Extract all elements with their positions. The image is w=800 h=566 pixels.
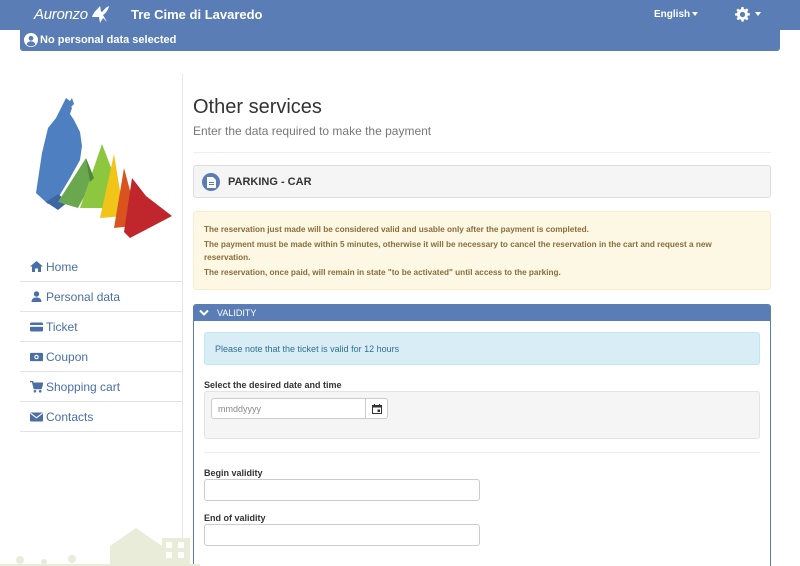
chevron-down-icon	[199, 309, 209, 316]
coupon-icon	[30, 351, 43, 363]
village-silhouette-decoration	[0, 528, 200, 566]
sidebar-item-label: Shopping cart	[46, 379, 121, 394]
sidebar-item-label: Contacts	[46, 409, 94, 424]
sidebar-item-contacts[interactable]: Contacts	[20, 402, 182, 432]
page-title: Other services	[193, 96, 322, 118]
chevron-down-icon	[755, 12, 761, 16]
sidebar-item-shopping-cart[interactable]: Shopping cart	[20, 372, 182, 402]
sidebar-divider	[182, 74, 183, 566]
service-header: PARKING - CAR	[193, 165, 771, 198]
end-validity-input[interactable]	[204, 524, 480, 546]
calendar-icon	[371, 403, 382, 414]
site-title[interactable]: Tre Cime di Lavaredo	[131, 7, 263, 22]
warning-line: The payment must be made within 5 minute…	[204, 239, 712, 263]
warning-line: The reservation, once paid, will remain …	[204, 267, 561, 277]
validity-info: Please note that the ticket is valid for…	[204, 332, 760, 365]
payment-warning: The reservation just made will be consid…	[193, 211, 771, 290]
warning-line: The reservation just made will be consid…	[204, 225, 589, 234]
language-label: English	[654, 9, 691, 20]
divider	[193, 152, 771, 153]
home-icon	[30, 261, 43, 273]
sidebar-item-personal-data[interactable]: Personal data	[20, 282, 182, 312]
sidebar-nav: Home Personal data Ticket Coupon Shoppin…	[20, 252, 182, 432]
sidebar-item-label: Home	[46, 259, 79, 274]
sidebar-item-label: Coupon	[46, 349, 89, 364]
user-status-text: No personal data selected	[40, 34, 177, 46]
language-selector[interactable]: English	[654, 9, 699, 20]
sidebar-item-home[interactable]: Home	[20, 252, 182, 282]
settings-menu[interactable]	[735, 6, 761, 22]
chevron-down-icon	[692, 12, 699, 17]
validity-panel: VALIDITY Please note that the ticket is …	[193, 304, 771, 566]
begin-validity-input[interactable]	[204, 479, 480, 501]
sidebar-item-label: Ticket	[46, 319, 78, 334]
date-picker-well	[204, 391, 760, 439]
envelope-icon	[30, 411, 43, 423]
logo-text[interactable]: Auronzo	[34, 6, 88, 23]
ticket-icon	[30, 321, 43, 333]
begin-validity-label: Begin validity	[204, 468, 263, 478]
page-subtitle: Enter the data required to make the paym…	[193, 124, 432, 138]
end-validity-label: End of validity	[204, 513, 266, 523]
sidebar-item-ticket[interactable]: Ticket	[20, 312, 182, 342]
bird-logo-icon[interactable]	[88, 3, 112, 25]
sidebar-item-coupon[interactable]: Coupon	[20, 342, 182, 372]
service-label: PARKING - CAR	[228, 176, 312, 188]
gear-icon	[735, 6, 750, 22]
document-icon	[202, 173, 220, 191]
auronzo-main-logo[interactable]	[28, 98, 174, 238]
date-input[interactable]	[211, 398, 366, 419]
calendar-button[interactable]	[365, 398, 388, 419]
user-status-bar: No personal data selected	[20, 30, 780, 51]
validity-heading: VALIDITY	[217, 308, 257, 318]
user-icon	[30, 291, 43, 303]
cart-icon	[30, 380, 43, 393]
validity-panel-header[interactable]: VALIDITY	[194, 305, 770, 321]
divider	[204, 452, 760, 453]
top-navbar: Auronzo Tre Cime di Lavaredo English	[0, 0, 800, 30]
sidebar-item-label: Personal data	[46, 289, 121, 304]
user-circle-icon	[24, 33, 38, 47]
date-label: Select the desired date and time	[204, 380, 342, 390]
